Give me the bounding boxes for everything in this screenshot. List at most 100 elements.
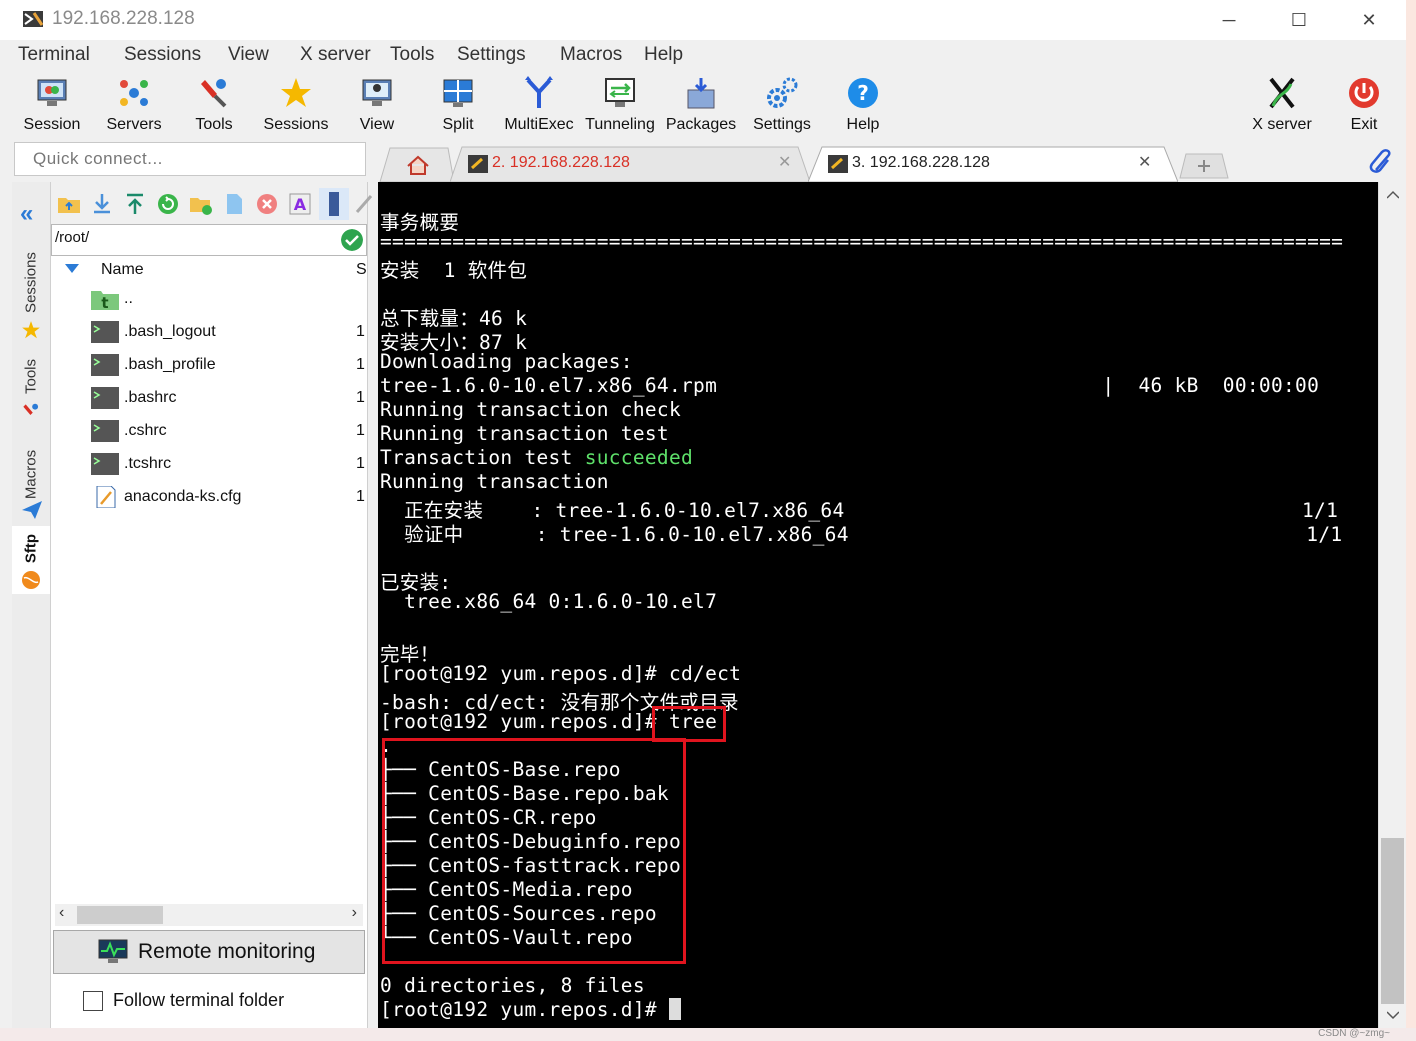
new-folder-icon[interactable]	[189, 192, 213, 216]
star-icon	[22, 321, 40, 339]
sessions-label: Sessions	[263, 116, 329, 133]
tab-close-icon[interactable]: ✕	[1138, 152, 1151, 172]
help-button[interactable]: ? Help	[830, 74, 896, 136]
new-tab-button[interactable]	[1178, 150, 1230, 180]
sftp-path-input[interactable]: /root/	[51, 224, 367, 256]
sort-down-icon[interactable]	[65, 264, 79, 274]
tools-icon	[23, 403, 39, 415]
delete-icon[interactable]	[255, 192, 279, 216]
terminal-line: 完毕！	[380, 643, 440, 666]
file-row[interactable]: .bashrc 1	[51, 382, 367, 415]
upload-icon[interactable]	[123, 192, 147, 216]
file-row[interactable]: t ..	[51, 283, 367, 316]
sessions-button[interactable]: Sessions	[256, 74, 336, 136]
terminal-line: 总下载量：46 k	[380, 307, 528, 330]
follow-terminal-checkbox[interactable]	[83, 991, 103, 1011]
scroll-up-icon[interactable]	[1387, 190, 1399, 200]
follow-terminal-label: Follow terminal folder	[113, 990, 285, 1010]
side-tab-macros[interactable]: Macros	[12, 434, 50, 524]
file-row[interactable]: .cshrc 1	[51, 415, 367, 448]
tab-session-3[interactable]: 3. 192.168.228.128 ✕	[808, 146, 1178, 182]
view-button[interactable]: View	[346, 74, 408, 136]
collapse-icon[interactable]: «	[20, 200, 33, 228]
column-name[interactable]: Name	[101, 261, 144, 279]
tab-session-2-label: 2. 192.168.228.128	[492, 154, 630, 171]
paperclip-icon[interactable]	[1368, 148, 1394, 176]
new-file-icon[interactable]	[222, 192, 246, 216]
servers-button[interactable]: Servers	[96, 74, 172, 136]
pencil-icon[interactable]	[353, 192, 377, 216]
close-button[interactable]: ✕	[1334, 0, 1404, 40]
exit-button[interactable]: Exit	[1334, 74, 1394, 136]
minimize-button[interactable]: ─	[1194, 0, 1264, 40]
settings-panel-icon[interactable]	[319, 188, 349, 220]
menu-tools[interactable]: Tools	[390, 44, 434, 66]
side-tab-sessions[interactable]: Sessions	[12, 238, 50, 339]
column-size[interactable]: S	[356, 261, 367, 279]
side-tab-sftp[interactable]: Sftp	[12, 526, 50, 594]
file-row[interactable]: .bash_logout 1	[51, 316, 367, 349]
scroll-down-icon[interactable]	[1387, 1010, 1399, 1020]
tab-close-icon[interactable]: ✕	[778, 152, 791, 172]
scroll-right-icon[interactable]: ›	[352, 904, 357, 922]
terminal-line: [root@192 yum.repos.d]#	[380, 998, 681, 1022]
terminal-view[interactable]: 事务概要 ===================================…	[378, 182, 1378, 1028]
star-icon	[281, 78, 311, 107]
sftp-path-text: /root/	[55, 229, 90, 246]
maximize-button[interactable]: ☐	[1264, 0, 1334, 40]
tools-button[interactable]: Tools	[178, 74, 250, 136]
tunneling-button[interactable]: Tunneling	[582, 74, 658, 136]
session-button[interactable]: Session	[14, 74, 90, 136]
file-row[interactable]: .tcshrc 1	[51, 448, 367, 481]
settings-button[interactable]: Settings	[746, 74, 818, 136]
menu-help[interactable]: Help	[644, 44, 683, 66]
terminal-scrollbar[interactable]	[1378, 182, 1407, 1028]
menu-sessions[interactable]: Sessions	[124, 44, 201, 66]
file-row[interactable]: anaconda-ks.cfg 1	[51, 481, 367, 514]
menu-view[interactable]: View	[228, 44, 269, 66]
packages-icon	[687, 78, 715, 109]
file-row[interactable]: .bash_profile 1	[51, 349, 367, 382]
horizontal-scrollbar[interactable]: ‹ ›	[55, 904, 363, 926]
menu-xserver[interactable]: X server	[300, 44, 371, 66]
view-label: View	[359, 116, 395, 133]
side-tab-tools[interactable]: Tools	[12, 348, 50, 428]
home-tab[interactable]	[378, 144, 454, 182]
text-file-icon	[96, 486, 116, 508]
tab-session-2[interactable]: 2. 192.168.228.128 ✕	[450, 146, 810, 182]
help-label: Help	[846, 116, 880, 133]
split-button[interactable]: Split	[428, 74, 488, 136]
quick-connect-input[interactable]: Quick connect...	[14, 142, 366, 176]
menu-macros[interactable]: Macros	[560, 44, 622, 66]
scrollbar-thumb[interactable]	[1381, 838, 1404, 1004]
refresh-icon[interactable]	[156, 192, 180, 216]
terminal-line: Running transaction test	[380, 422, 669, 445]
title-bar: 192.168.228.128 ─ ☐ ✕	[0, 0, 1406, 40]
download-icon[interactable]	[90, 192, 114, 216]
tools-icon	[201, 79, 227, 108]
parent-folder-icon[interactable]	[57, 192, 81, 216]
tunneling-icon	[605, 78, 635, 107]
rename-icon[interactable]: A	[288, 192, 312, 216]
follow-terminal-folder[interactable]: Follow terminal folder	[81, 988, 361, 1014]
split-icon	[443, 79, 473, 107]
terminal-file-icon	[91, 453, 119, 475]
side-tab-sessions-label: Sessions	[22, 252, 40, 313]
menu-settings[interactable]: Settings	[457, 44, 526, 66]
xserver-button[interactable]: X server	[1244, 74, 1320, 136]
remote-monitoring-button[interactable]: Remote monitoring	[53, 930, 365, 974]
file-name: anaconda-ks.cfg	[124, 488, 242, 505]
terminal-line: 安装大小：87 k	[380, 331, 528, 354]
menu-terminal[interactable]: Terminal	[18, 44, 90, 66]
file-size: 1	[356, 356, 365, 373]
file-list-header[interactable]: Name S	[51, 258, 367, 282]
terminal-line: 已安装:	[380, 571, 452, 594]
scrollbar-thumb[interactable]	[77, 906, 163, 924]
path-ok-icon[interactable]	[341, 229, 363, 251]
remote-monitoring-label: Remote monitoring	[138, 940, 316, 963]
packages-button[interactable]: Packages	[664, 74, 738, 136]
paper-plane-icon	[22, 501, 42, 519]
scroll-left-icon[interactable]: ‹	[59, 904, 64, 922]
multiexec-button[interactable]: MultiExec	[502, 74, 576, 136]
session-label: Session	[23, 116, 81, 133]
